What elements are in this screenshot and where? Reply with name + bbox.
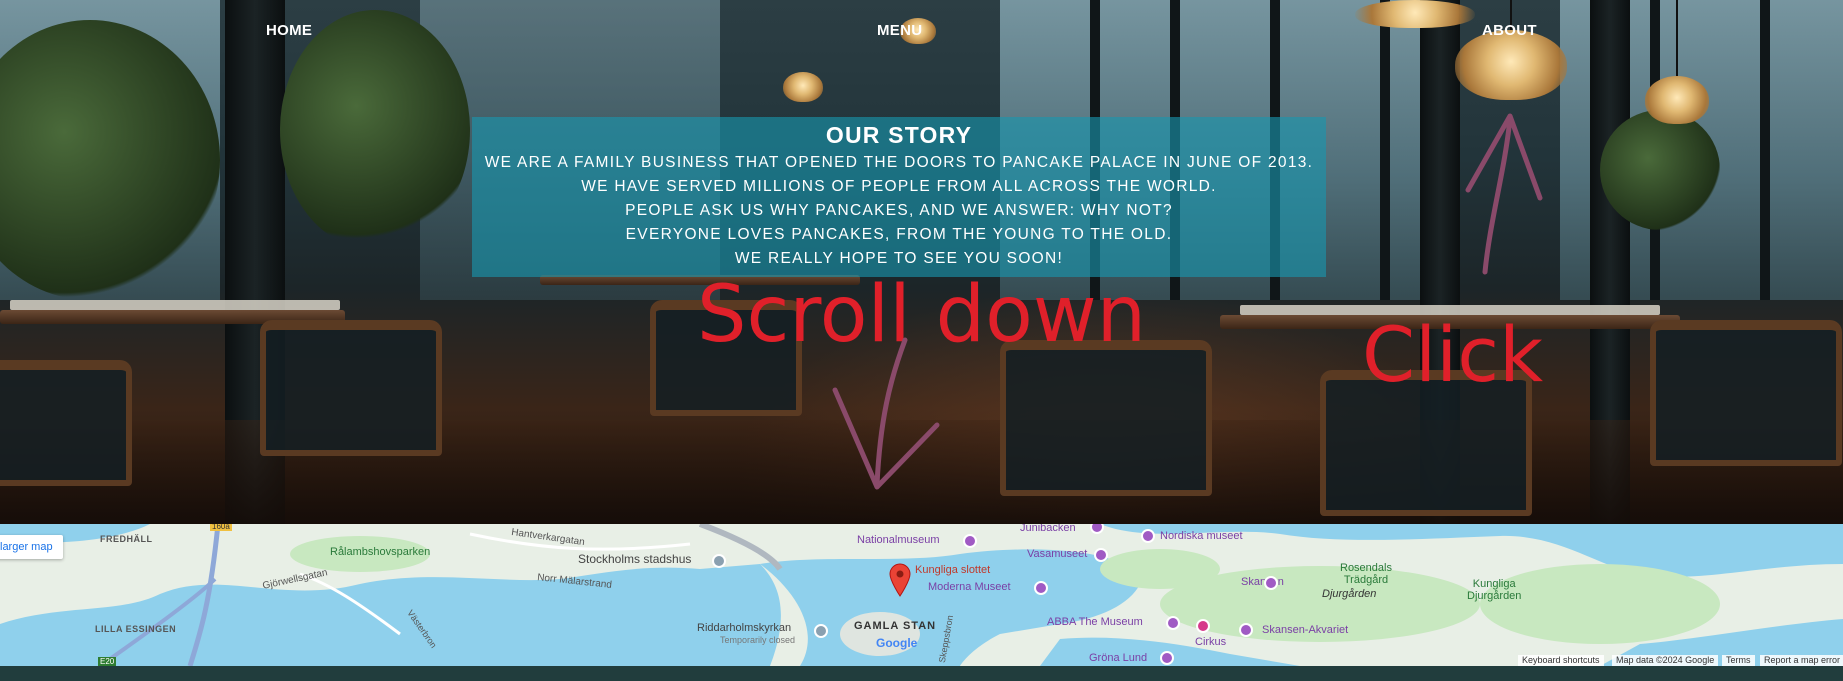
map-label-gamla-stan: GAMLA STAN — [854, 620, 937, 632]
map-label-junibacken: Junibacken — [1020, 524, 1076, 534]
map-label-nationalmuseum: Nationalmuseum — [857, 534, 940, 546]
map-label-cirkus: Cirkus — [1195, 636, 1227, 648]
google-logo: Google — [876, 636, 918, 650]
map-data-attribution: Map data ©2024 Google — [1612, 655, 1719, 666]
terms-link[interactable]: Terms — [1722, 655, 1755, 666]
road-shield-160a: 160a — [210, 524, 232, 531]
footer — [0, 666, 1843, 681]
museum-icon[interactable] — [963, 534, 977, 548]
keyboard-shortcuts-link[interactable]: Keyboard shortcuts — [1518, 655, 1604, 666]
map-label-skansen-akvariet: Skansen-Akvariet — [1262, 624, 1349, 636]
attraction-icon[interactable] — [1264, 576, 1278, 590]
road-shield-e20: E20 — [98, 657, 117, 666]
park-area — [1480, 564, 1720, 644]
map-label-stadshus: Stockholms stadshus — [578, 552, 692, 566]
map-label-temporarily-closed: Temporarily closed — [720, 635, 796, 645]
park-area — [1100, 549, 1220, 589]
attraction-icon[interactable] — [1160, 651, 1174, 665]
map-label-djurgarden: Djurgården — [1322, 588, 1377, 600]
aquarium-icon[interactable] — [1239, 623, 1253, 637]
location-pin-icon[interactable] — [889, 563, 911, 597]
church-icon[interactable] — [814, 624, 828, 638]
hero-section: HOME MENU ABOUT OUR STORY WE ARE A FAMIL… — [0, 0, 1843, 524]
museum-icon[interactable] — [1166, 616, 1180, 630]
map-label-nordiska-museet: Nordiska museet — [1160, 530, 1243, 542]
map-label-lilla-essingen: LILLA ESSINGEN — [95, 624, 177, 634]
map-label-fredhall: FREDHÄLL — [100, 534, 153, 544]
annotation-arrows — [832, 113, 1543, 490]
museum-icon[interactable] — [1141, 529, 1155, 543]
view-larger-map-link[interactable]: larger map — [0, 535, 63, 559]
report-map-error-link[interactable]: Report a map error — [1760, 655, 1843, 666]
map-label-kungliga-slottet: Kungliga slottet — [915, 564, 991, 576]
museum-icon[interactable] — [1034, 581, 1048, 595]
museum-icon[interactable] — [1094, 548, 1108, 562]
map-label-vasamuseet: Vasamuseet — [1027, 548, 1088, 560]
map-label-kungliga-djurgarden: Kungliga Djurgården — [1467, 578, 1522, 602]
map-label-moderna-museet: Moderna Museet — [928, 581, 1011, 593]
map-label-rosendals: Rosendals Trädgård — [1340, 562, 1392, 586]
map-embed[interactable]: larger map FREDHÄLL Hantverkargatan Råla… — [0, 524, 1843, 666]
map-label-ralambshovsparken: Rålambshovsparken — [330, 546, 431, 558]
map-label-riddarholmskyrkan: Riddarholmskyrkan — [697, 622, 792, 634]
theater-icon[interactable] — [1196, 619, 1210, 633]
map-label-abba-museum: ABBA The Museum — [1047, 616, 1143, 628]
landmark-icon[interactable] — [712, 554, 726, 568]
map-label-grona-lund: Gröna Lund — [1089, 652, 1148, 664]
